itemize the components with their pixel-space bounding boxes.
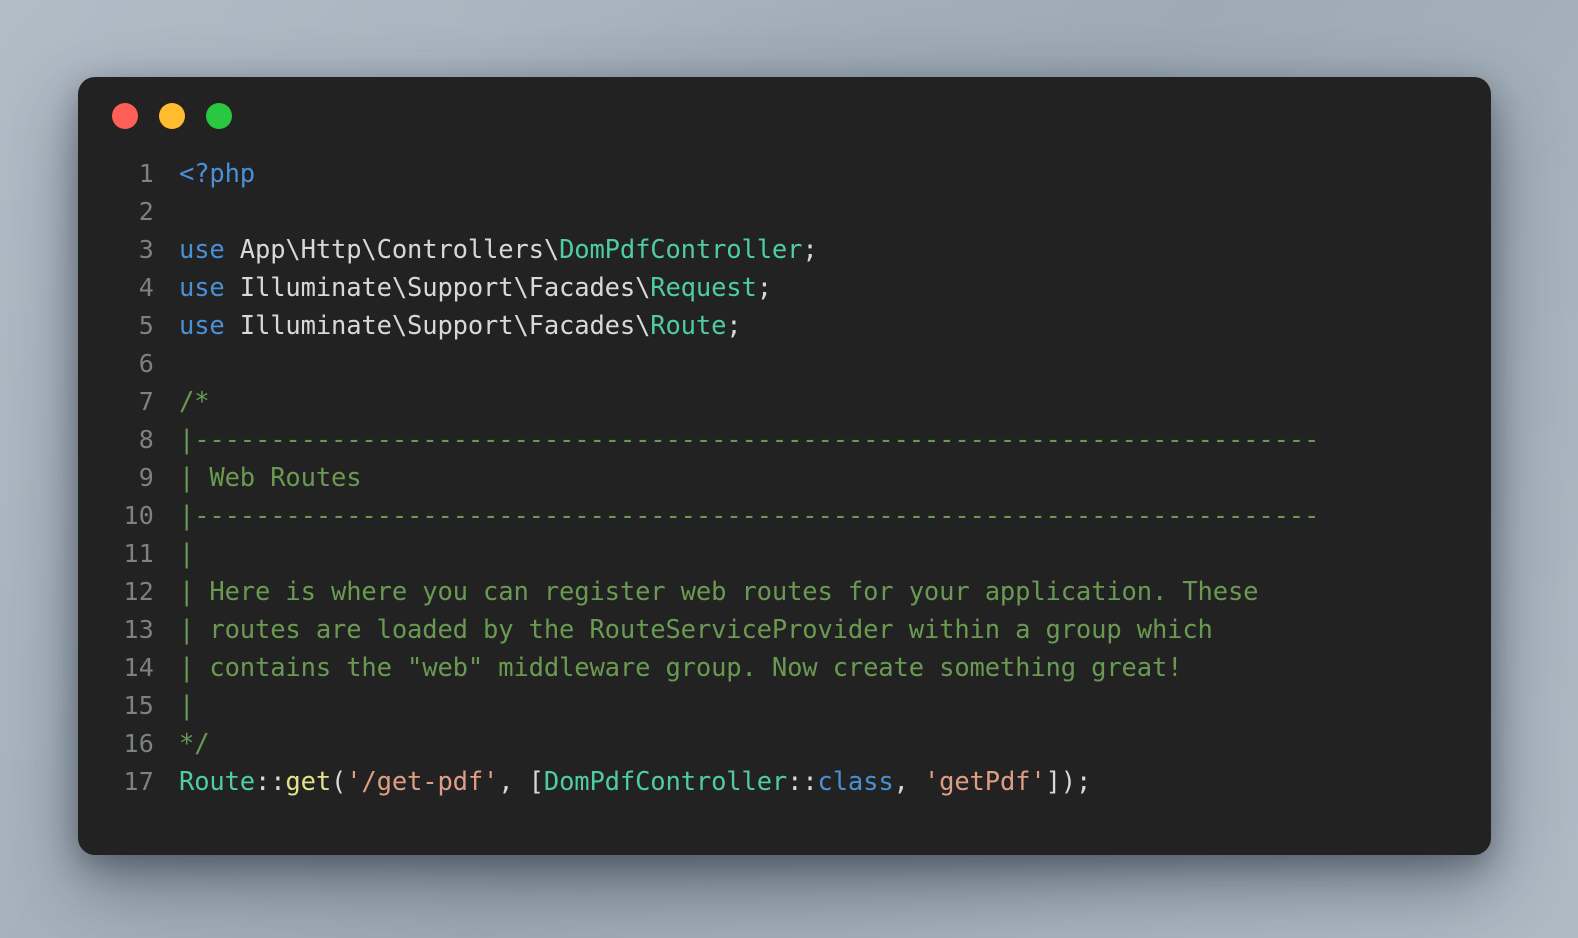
code-text: | contains the "web" middleware group. N… — [154, 649, 1183, 687]
code-text: use App\Http\Controllers\DomPdfControlle… — [154, 231, 818, 269]
code-token: , — [893, 767, 924, 797]
code-token: |---------------------------------------… — [179, 425, 1320, 455]
code-token: | — [179, 691, 195, 721]
code-text: /* — [154, 383, 210, 421]
code-token: App\Http\Controllers\ — [224, 235, 560, 265]
line-number: 8 — [138, 425, 154, 454]
line-number: 12 — [123, 577, 154, 606]
code-token: | Here is where you can register web rou… — [179, 577, 1259, 607]
line-number: 13 — [123, 615, 154, 644]
code-text: use Illuminate\Support\Facades\Route; — [154, 307, 742, 345]
code-line[interactable]: 13 | routes are loaded by the RouteServic… — [100, 611, 1481, 649]
code-line[interactable]: 5 use Illuminate\Support\Facades\Route; — [100, 307, 1481, 345]
code-token: | contains the "web" middleware group. N… — [179, 653, 1183, 683]
code-token: | routes are loaded by the RouteServiceP… — [179, 615, 1213, 645]
code-token: class — [817, 767, 894, 797]
code-text: | — [154, 535, 194, 573]
code-line[interactable]: 17 Route::get('/get-pdf', [DomPdfControll… — [100, 763, 1481, 801]
code-line[interactable]: 4 use Illuminate\Support\Facades\Request; — [100, 269, 1481, 307]
line-number: 3 — [138, 235, 154, 264]
window-titlebar — [78, 77, 1491, 155]
code-text: use Illuminate\Support\Facades\Request; — [154, 269, 772, 307]
line-number: 11 — [123, 539, 154, 568]
code-line[interactable]: 8 |--------------------------------------… — [100, 421, 1481, 459]
close-button[interactable] — [112, 103, 138, 129]
code-text: |---------------------------------------… — [154, 421, 1319, 459]
line-number: 6 — [138, 349, 154, 378]
code-text: | Web Routes — [154, 459, 362, 497]
code-token: | Web Routes — [179, 463, 362, 493]
line-number: 17 — [123, 767, 154, 796]
code-token: 'getPdf' — [923, 767, 1046, 797]
code-text: | routes are loaded by the RouteServiceP… — [154, 611, 1213, 649]
line-number: 5 — [138, 311, 154, 340]
code-token: '/get-pdf' — [346, 767, 499, 797]
code-line[interactable]: 10 |-------------------------------------… — [100, 497, 1481, 535]
code-token: Request — [650, 273, 757, 303]
code-token: get — [285, 767, 332, 797]
line-number: 9 — [138, 463, 154, 492]
line-number: 4 — [138, 273, 154, 302]
code-token: , [ — [498, 767, 544, 797]
line-number: 15 — [123, 691, 154, 720]
code-token: /* — [179, 387, 210, 417]
code-token: ; — [802, 235, 818, 265]
code-token: :: — [255, 767, 286, 797]
code-token: Illuminate\Support\Facades\ — [224, 273, 651, 303]
code-line[interactable]: 15 | — [100, 687, 1481, 725]
code-line[interactable]: 7 /* — [100, 383, 1481, 421]
code-token: ; — [756, 273, 772, 303]
code-text: |---------------------------------------… — [154, 497, 1319, 535]
code-line[interactable]: 11 | — [100, 535, 1481, 573]
code-token: use — [179, 311, 225, 341]
code-token: */ — [179, 729, 210, 759]
code-line[interactable]: 16 */ — [100, 725, 1481, 763]
line-number: 10 — [123, 501, 154, 530]
code-line[interactable]: 1 <?php — [100, 155, 1481, 193]
line-number: 14 — [123, 653, 154, 682]
code-token: Illuminate\Support\Facades\ — [224, 311, 651, 341]
line-number: 7 — [138, 387, 154, 416]
code-line[interactable]: 2 — [100, 193, 1481, 231]
code-line[interactable]: 12 | Here is where you can register web r… — [100, 573, 1481, 611]
code-editor-window: 1 <?php 2 3 use App\Http\Controllers\DomPdfC… — [78, 77, 1491, 855]
maximize-button[interactable] — [206, 103, 232, 129]
code-token: use — [179, 273, 225, 303]
code-text: | — [154, 687, 194, 725]
minimize-button[interactable] — [159, 103, 185, 129]
line-number: 16 — [123, 729, 154, 758]
line-number: 2 — [138, 197, 154, 226]
code-token: ( — [331, 767, 347, 797]
code-text: <?php — [154, 155, 255, 193]
code-token: DomPdfController — [559, 235, 803, 265]
code-token: Route — [179, 767, 256, 797]
code-token: Route — [650, 311, 727, 341]
code-text: */ — [154, 725, 210, 763]
code-token: <?php — [179, 159, 256, 189]
code-line[interactable]: 14 | contains the "web" middleware group.… — [100, 649, 1481, 687]
code-text: Route::get('/get-pdf', [DomPdfController… — [154, 763, 1091, 801]
code-token: :: — [787, 767, 818, 797]
code-token: ]); — [1045, 767, 1092, 797]
code-token: | — [179, 539, 195, 569]
code-line[interactable]: 9 | Web Routes — [100, 459, 1481, 497]
code-editor-content[interactable]: 1 <?php 2 3 use App\Http\Controllers\DomPdfC… — [78, 155, 1491, 801]
code-token: use — [179, 235, 225, 265]
code-line[interactable]: 6 — [100, 345, 1481, 383]
code-text: | Here is where you can register web rou… — [154, 573, 1259, 611]
code-token: DomPdfController — [543, 767, 788, 797]
code-line[interactable]: 3 use App\Http\Controllers\DomPdfControll… — [100, 231, 1481, 269]
code-token: |---------------------------------------… — [179, 501, 1320, 531]
code-token: ; — [726, 311, 742, 341]
line-number: 1 — [138, 159, 154, 188]
